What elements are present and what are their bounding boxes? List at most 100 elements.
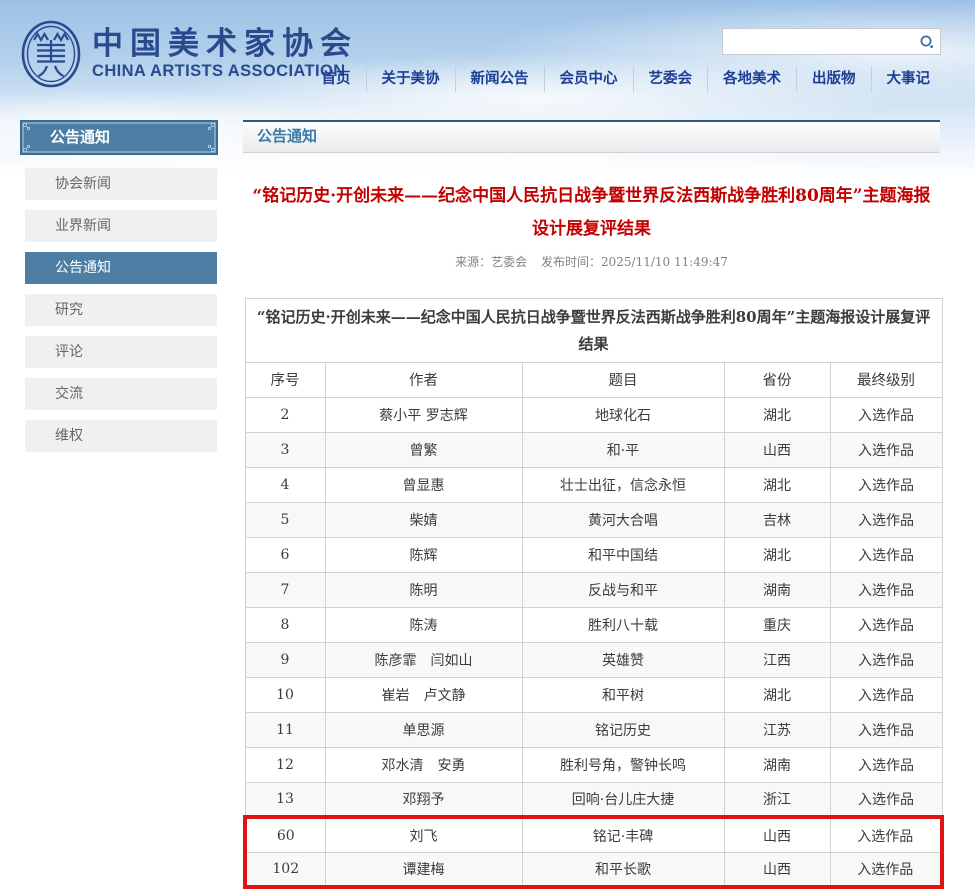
- article-meta: 来源：艺委会 发布时间：2025/11/10 11:49:47: [243, 253, 940, 270]
- corner-ornament-icon: [23, 143, 32, 152]
- article-title: “铭记历史·开创未来——纪念中国人民抗日战争暨世界反法西斯战争胜利80周年”主题…: [252, 186, 931, 240]
- sidebar-item[interactable]: 公告通知: [25, 252, 217, 284]
- sidebar-item[interactable]: 交流: [25, 378, 217, 410]
- table-cell: 湖北: [723, 536, 831, 573]
- table-cell: 4: [244, 466, 326, 503]
- logo-title-zh: 中国美术家协会: [92, 25, 358, 62]
- table-row: 12 邓水清 安勇 胜利号角，警钟长鸣 湖南 入选作品: [244, 746, 943, 783]
- table-cell: 13: [244, 781, 326, 818]
- nav-item[interactable]: 出版物: [796, 66, 871, 92]
- search-button[interactable]: [914, 29, 940, 54]
- sidebar: 公告通知 协会新闻 业界新闻 公告通知 研究 评论 交流 维权: [20, 120, 218, 452]
- nav-item[interactable]: 会员中心: [543, 66, 633, 92]
- table-row: 10 崔岩 卢文静 和平树 湖北 入选作品: [244, 676, 943, 713]
- table-cell: 吉林: [723, 501, 831, 538]
- table-cell: 黄河大合唱: [521, 501, 725, 538]
- table-caption-row: “铭记历史·开创未来——纪念中国人民抗日战争暨世界反法西斯战争胜利80周年”主题…: [244, 298, 943, 363]
- table-cell: 入选作品: [829, 606, 943, 643]
- table-cell: 6: [244, 536, 326, 573]
- table-row: 3 曾繁 和·平 山西 入选作品: [244, 431, 943, 468]
- table-cell: 9: [244, 641, 326, 678]
- table-cell: 邓翔予: [324, 781, 523, 818]
- table-cell: 入选作品: [829, 501, 943, 538]
- sidebar-title-label: 公告通知: [50, 129, 111, 146]
- table-cell: 反战与和平: [521, 571, 725, 608]
- breadcrumb-section-title: 公告通知: [243, 120, 940, 153]
- table-column-header: 最终级别: [829, 361, 943, 398]
- sidebar-item[interactable]: 协会新闻: [25, 168, 217, 200]
- table-row: 4 曾显惠 壮士出征，信念永恒 湖北 入选作品: [244, 466, 943, 503]
- table-cell: 和平树: [521, 676, 725, 713]
- table-column-header: 省份: [723, 361, 831, 398]
- table-cell: 铭记·丰碑: [521, 815, 725, 853]
- table-cell: 胜利八十载: [521, 606, 725, 643]
- table-cell: 入选作品: [829, 571, 943, 608]
- table-cell: 崔岩 卢文静: [324, 676, 523, 713]
- sidebar-item[interactable]: 评论: [25, 336, 217, 368]
- search-input[interactable]: [723, 29, 914, 54]
- sidebar-item[interactable]: 业界新闻: [25, 210, 217, 242]
- table-cell: 山西: [723, 815, 831, 853]
- table-cell: 蔡小平 罗志辉: [324, 396, 523, 433]
- table-column-header: 题目: [521, 361, 725, 398]
- table-cell: 回响·台儿庄大捷: [521, 781, 725, 818]
- table-cell: 11: [244, 711, 326, 748]
- table-cell: 重庆: [723, 606, 831, 643]
- logo-seal-icon: [21, 20, 81, 88]
- table-cell: 5: [244, 501, 326, 538]
- table-cell: 陈涛: [324, 606, 523, 643]
- nav-item[interactable]: 艺委会: [632, 66, 708, 92]
- table-cell: 陈辉: [324, 536, 523, 573]
- table-cell: 和·平: [521, 431, 725, 468]
- table-row: 2 蔡小平 罗志辉 地球化石 湖北 入选作品: [244, 396, 943, 433]
- nav-item[interactable]: 关于美协: [365, 66, 455, 92]
- sidebar-item[interactable]: 维权: [25, 420, 217, 452]
- table-cell: 10: [244, 676, 326, 713]
- table-row: 13 邓翔予 回响·台儿庄大捷 浙江 入选作品: [244, 781, 943, 818]
- table-cell: 柴婧: [324, 501, 523, 538]
- table-cell: 湖南: [723, 746, 831, 783]
- table-cell: 7: [244, 571, 326, 608]
- table-cell: 陈彦霏 闫如山: [324, 641, 523, 678]
- search-box: [722, 28, 941, 55]
- table-cell: 湖南: [723, 571, 831, 608]
- table-cell: 入选作品: [829, 396, 943, 433]
- site-header: 中国美术家协会 CHINA ARTISTS ASSOCIATION 首页 关于美协…: [0, 0, 975, 110]
- table-cell: 入选作品: [829, 781, 943, 818]
- table-cell: 入选作品: [829, 676, 943, 713]
- table-row: 60 刘飞 铭记·丰碑 山西 入选作品: [243, 815, 945, 853]
- table-cell: 60: [243, 815, 326, 853]
- table-cell: 单思源: [324, 711, 523, 748]
- table-cell: 胜利号角，警钟长鸣: [521, 746, 725, 783]
- table-cell: 8: [244, 606, 326, 643]
- table-cell: 地球化石: [521, 396, 725, 433]
- nav-item[interactable]: 新闻公告: [454, 66, 544, 92]
- table-cell: 山西: [723, 431, 831, 468]
- table-cell: 3: [244, 431, 326, 468]
- table-column-header: 作者: [324, 361, 523, 398]
- table-cell: 入选作品: [829, 536, 943, 573]
- table-row: 7 陈明 反战与和平 湖南 入选作品: [244, 571, 943, 608]
- table-cell: 2: [244, 396, 326, 433]
- main-nav: 首页 关于美协 新闻公告 会员中心 艺委会 各地美术 出版物 大事记: [307, 66, 946, 92]
- results-table: “铭记历史·开创未来——纪念中国人民抗日战争暨世界反法西斯战争胜利80周年”主题…: [243, 298, 945, 889]
- table-cell: 曾显惠: [324, 466, 523, 503]
- table-cell: 湖北: [723, 466, 831, 503]
- sidebar-item[interactable]: 研究: [25, 294, 217, 326]
- table-header-row: 序号 作者 题目 省份 最终级别: [244, 361, 943, 398]
- table-cell: 江西: [723, 641, 831, 678]
- table-cell: 湖北: [723, 396, 831, 433]
- table-cell: 曾繁: [324, 431, 523, 468]
- table-cell: 和平中国结: [521, 536, 725, 573]
- table-cell: 英雄赞: [521, 641, 725, 678]
- nav-item[interactable]: 首页: [307, 66, 366, 92]
- table-cell: 浙江: [723, 781, 831, 818]
- table-row: 6 陈辉 和平中国结 湖北 入选作品: [244, 536, 943, 573]
- table-cell: 入选作品: [829, 431, 943, 468]
- nav-item[interactable]: 各地美术: [707, 66, 796, 92]
- table-row: 5 柴婧 黄河大合唱 吉林 入选作品: [244, 501, 943, 538]
- table-cell: 邓水清 安勇: [324, 746, 523, 783]
- nav-item[interactable]: 大事记: [870, 66, 946, 92]
- corner-ornament-icon: [206, 123, 215, 132]
- table-cell: 12: [244, 746, 326, 783]
